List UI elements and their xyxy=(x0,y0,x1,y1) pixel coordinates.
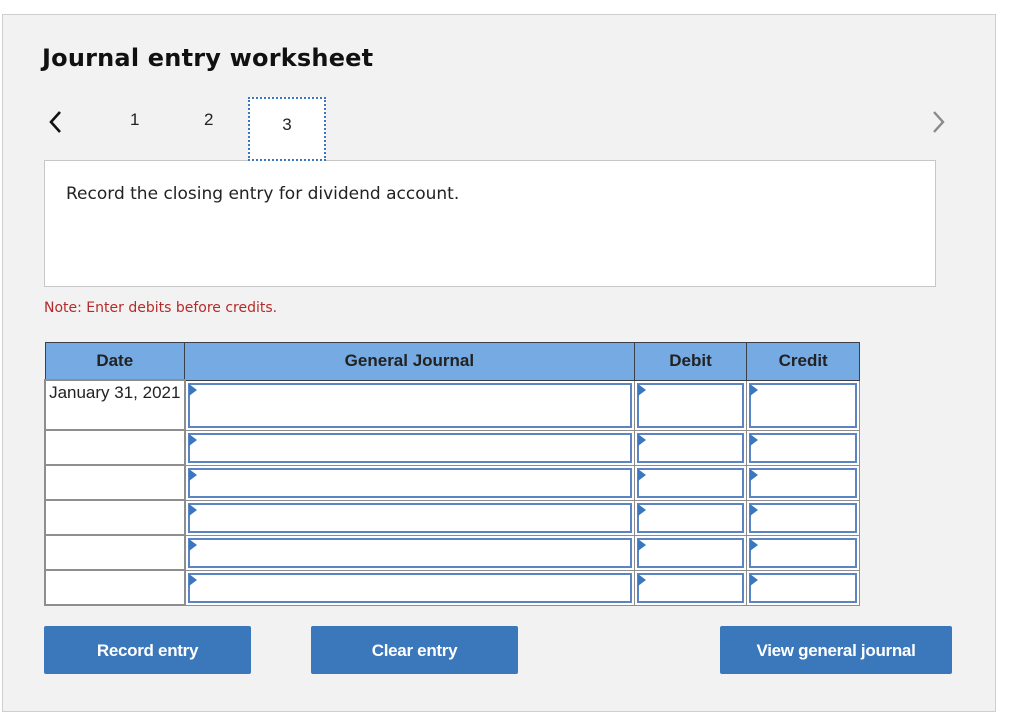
input-marker-icon xyxy=(750,383,759,396)
debit-input[interactable] xyxy=(636,382,745,428)
account-input[interactable] xyxy=(187,502,632,533)
header-debit: Debit xyxy=(633,342,748,381)
prompt-box: Record the closing entry for dividend ac… xyxy=(44,160,936,287)
table-row xyxy=(44,499,860,536)
note-text: Note: Enter debits before credits. xyxy=(44,300,278,316)
input-marker-icon xyxy=(750,538,759,551)
header-credit: Credit xyxy=(746,342,860,381)
account-input[interactable] xyxy=(187,572,632,603)
credit-input[interactable] xyxy=(749,572,857,603)
account-cell xyxy=(184,534,635,571)
debit-cell xyxy=(633,534,748,571)
date-cell xyxy=(44,569,186,606)
account-cell xyxy=(184,379,635,431)
record-entry-button[interactable]: Record entry xyxy=(44,626,251,674)
debit-input[interactable] xyxy=(636,572,745,603)
chevron-left-icon[interactable] xyxy=(46,108,66,136)
credit-input[interactable] xyxy=(749,382,857,428)
input-marker-icon xyxy=(637,503,646,516)
view-general-journal-button[interactable]: View general journal xyxy=(720,626,952,674)
credit-cell xyxy=(746,429,860,466)
date-cell xyxy=(44,534,186,571)
input-marker-icon xyxy=(637,433,646,446)
input-marker-icon xyxy=(637,538,646,551)
credit-cell xyxy=(746,464,860,501)
debit-cell xyxy=(633,499,748,536)
credit-cell xyxy=(746,499,860,536)
input-marker-icon xyxy=(750,503,759,516)
tab-1[interactable]: 1 xyxy=(130,110,139,130)
debit-cell xyxy=(633,429,748,466)
input-marker-icon xyxy=(750,468,759,481)
credit-cell xyxy=(746,569,860,606)
account-cell xyxy=(184,429,635,466)
credit-input[interactable] xyxy=(749,537,857,568)
input-marker-icon xyxy=(637,468,646,481)
input-marker-icon xyxy=(637,573,646,586)
input-marker-icon xyxy=(750,573,759,586)
credit-cell xyxy=(746,379,860,431)
date-text: January 31, 2021 xyxy=(49,383,181,402)
tab-3-active[interactable]: 3 xyxy=(248,97,326,161)
credit-input[interactable] xyxy=(749,467,857,498)
input-marker-icon xyxy=(637,383,646,396)
debit-cell xyxy=(633,569,748,606)
table-row xyxy=(44,429,860,466)
account-input[interactable] xyxy=(187,432,632,463)
account-cell xyxy=(184,464,635,501)
credit-cell xyxy=(746,534,860,571)
dropdown-marker-icon xyxy=(188,468,197,481)
chevron-right-icon[interactable] xyxy=(928,108,948,136)
account-input[interactable] xyxy=(187,537,632,568)
account-cell xyxy=(184,499,635,536)
table-row xyxy=(44,569,860,606)
debit-input[interactable] xyxy=(636,467,745,498)
tab-2[interactable]: 2 xyxy=(204,110,213,130)
date-cell xyxy=(44,429,186,466)
date-cell: January 31, 2021 xyxy=(44,379,186,431)
credit-input[interactable] xyxy=(749,502,857,533)
header-general-journal: General Journal xyxy=(184,342,635,381)
date-cell xyxy=(44,499,186,536)
worksheet-title: Journal entry worksheet xyxy=(42,44,374,72)
dropdown-marker-icon xyxy=(188,503,197,516)
journal-table: Date General Journal Debit Credit Januar… xyxy=(44,342,860,606)
dropdown-marker-icon xyxy=(188,383,197,396)
debit-input[interactable] xyxy=(636,502,745,533)
input-marker-icon xyxy=(750,433,759,446)
account-input[interactable] xyxy=(187,467,632,498)
debit-input[interactable] xyxy=(636,432,745,463)
account-cell xyxy=(184,569,635,606)
dropdown-marker-icon xyxy=(188,538,197,551)
clear-entry-button[interactable]: Clear entry xyxy=(311,626,518,674)
account-input[interactable] xyxy=(187,382,632,428)
credit-input[interactable] xyxy=(749,432,857,463)
table-row xyxy=(44,534,860,571)
table-header-row: Date General Journal Debit Credit xyxy=(44,342,860,381)
prompt-text: Record the closing entry for dividend ac… xyxy=(66,184,460,204)
dropdown-marker-icon xyxy=(188,433,197,446)
date-cell xyxy=(44,464,186,501)
debit-input[interactable] xyxy=(636,537,745,568)
dropdown-marker-icon xyxy=(188,573,197,586)
header-date: Date xyxy=(44,342,186,381)
table-row xyxy=(44,464,860,501)
table-row: January 31, 2021 xyxy=(44,379,860,431)
debit-cell xyxy=(633,379,748,431)
debit-cell xyxy=(633,464,748,501)
